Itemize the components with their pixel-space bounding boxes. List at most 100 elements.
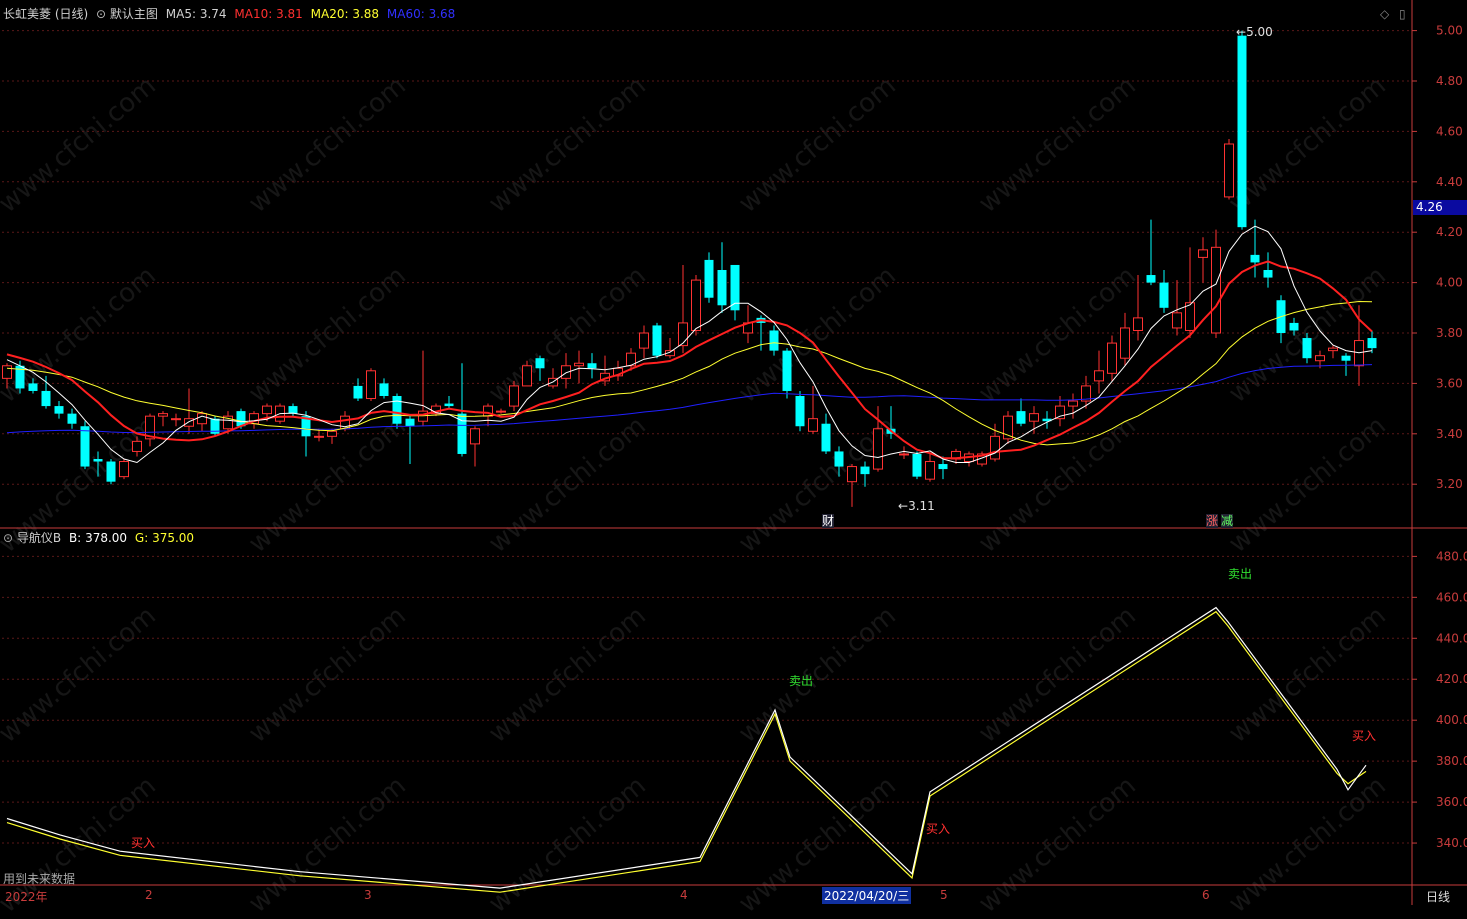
ma20-value: 3.88 — [352, 7, 380, 21]
price-tick-label: 5.00 — [1436, 24, 1463, 38]
date-month-6: 6 — [1202, 888, 1210, 902]
panel-toggle-icon[interactable]: ▯ — [1399, 7, 1406, 21]
candle-body-up — [522, 365, 532, 387]
candle-body-up — [366, 370, 376, 400]
price-tick-label: 3.80 — [1436, 326, 1463, 340]
period-button[interactable]: 日线 — [1426, 888, 1450, 905]
ma60-value: 3.68 — [428, 7, 456, 21]
candle-body-up — [873, 428, 883, 470]
candle-body-down — [353, 385, 363, 399]
candle-body-down — [535, 358, 545, 369]
candle-body-up — [1328, 347, 1338, 352]
candle-body-down — [1250, 254, 1260, 263]
date-month-2: 2 — [145, 888, 153, 902]
date-month-5: 5 — [940, 888, 948, 902]
ma5-label: MA5: — [165, 7, 196, 21]
indicator-tick-label: 360.0 — [1436, 795, 1467, 809]
price-tick-label: 4.80 — [1436, 74, 1463, 88]
candle-body-up — [678, 322, 688, 347]
candle-body-down — [379, 383, 389, 396]
indicator-tick-label: 420.0 — [1436, 672, 1467, 686]
candle-body-up — [327, 430, 337, 437]
indicator-b-line — [6, 606, 1367, 889]
candle-body-down — [444, 403, 454, 407]
future-data-note: 用到未来数据 — [3, 872, 76, 886]
price-tick-label: 3.60 — [1436, 376, 1463, 390]
candle-body-up — [990, 435, 1000, 460]
indicator-tick-label: 400.0 — [1436, 713, 1467, 727]
high-price-value: 5.00 — [1246, 25, 1273, 39]
date-month-3: 3 — [364, 888, 372, 902]
candle-body-up — [691, 279, 701, 331]
chart-canvas[interactable]: 5.00 4.80 4.60 4.40 4.20 4.00 3.80 3.60 3.40 3.20… — [0, 0, 1467, 905]
candle-body-down — [392, 396, 402, 424]
candle-body-up — [132, 440, 142, 452]
candle-body-down — [769, 330, 779, 351]
candle-body-up — [899, 453, 909, 456]
stock-name[interactable]: 长虹美菱 (日线) — [3, 7, 88, 21]
candle-body-up — [1133, 317, 1143, 331]
candle-body-down — [1367, 338, 1377, 349]
candle-body-down — [1289, 322, 1299, 331]
candle-body-up — [119, 461, 129, 478]
main-header: 长虹美菱 (日线) ⊙ 默认主图 MA5: 3.74 MA10: 3.81 MA… — [3, 6, 455, 22]
earnings-event-label[interactable]: 财 — [822, 514, 835, 528]
diamond-icon[interactable]: ◇ — [1380, 7, 1389, 21]
candle-body-down — [938, 464, 948, 470]
current-price-tag: 4.26 — [1413, 200, 1467, 215]
candle-body-up — [808, 418, 818, 432]
date-year: 2022年 — [5, 890, 48, 904]
price-tick-label: 4.20 — [1436, 225, 1463, 239]
ma10-label: MA10: — [234, 7, 273, 21]
collapse-icon[interactable]: ⊙ — [3, 531, 13, 545]
candle-body-down — [834, 451, 844, 467]
candle-body-up — [1120, 327, 1130, 359]
candle-body-up — [574, 362, 584, 367]
candle-body-down — [795, 396, 805, 427]
candle-body-down — [704, 259, 714, 298]
candle-body-up — [184, 418, 194, 427]
indicator-name[interactable]: 导航仪B — [17, 531, 61, 545]
chart-name[interactable]: 默认主图 — [110, 7, 158, 21]
candle-body-up — [1315, 355, 1325, 362]
candle-body-up — [1211, 246, 1221, 334]
indicator-tick-label: 380.0 — [1436, 754, 1467, 768]
candle-body-up — [197, 413, 207, 425]
candle-body-down — [67, 413, 77, 424]
candle-body-up — [1055, 405, 1065, 420]
candle-body-down — [28, 383, 38, 391]
candle-body-down — [1146, 275, 1156, 283]
stock-chart-window: www.cfchi.com www.cfchi.com www.cfchi.com w… — [0, 0, 1467, 919]
rise-event-label[interactable]: 涨 — [1206, 514, 1219, 528]
buy-signal-2: 买入 — [926, 822, 951, 836]
price-tick-label: 4.60 — [1436, 124, 1463, 138]
candle-body-up — [496, 410, 506, 413]
candle-body-up — [1185, 302, 1195, 331]
dropdown-icon[interactable]: ⊙ — [96, 7, 106, 21]
ma20-label: MA20: — [310, 7, 349, 21]
candle-body-down — [1341, 355, 1351, 361]
price-tick-label: 3.20 — [1436, 477, 1463, 491]
candle-body-up — [925, 461, 935, 480]
candle-body-down — [912, 453, 922, 477]
sell-signal-2: 卖出 — [1228, 567, 1253, 581]
reduce-event-label[interactable]: 减 — [1221, 514, 1234, 528]
high-price-marker: ←5.00 — [1236, 25, 1273, 39]
candle-body-up — [262, 405, 272, 415]
candle-body-up — [1107, 342, 1117, 374]
b-value: 378.00 — [85, 531, 128, 545]
candle-body-down — [587, 363, 597, 369]
candle-body-up — [1029, 413, 1039, 422]
ma5-value: 3.74 — [199, 7, 227, 21]
candle-body-down — [41, 390, 51, 407]
candle-body-up — [2, 365, 12, 379]
candle-body-down — [1159, 282, 1169, 308]
candle-body-down — [93, 459, 103, 462]
indicator-header: ⊙ 导航仪B B: 378.00 G: 375.00 — [3, 530, 194, 546]
price-tick-label: 4.40 — [1436, 175, 1463, 189]
candle-body-down — [288, 406, 298, 414]
candle-body-down — [821, 423, 831, 452]
indicator-tick-label: 340.0 — [1436, 836, 1467, 850]
ma60-label: MA60: — [386, 7, 425, 21]
candle-body-down — [106, 461, 116, 482]
